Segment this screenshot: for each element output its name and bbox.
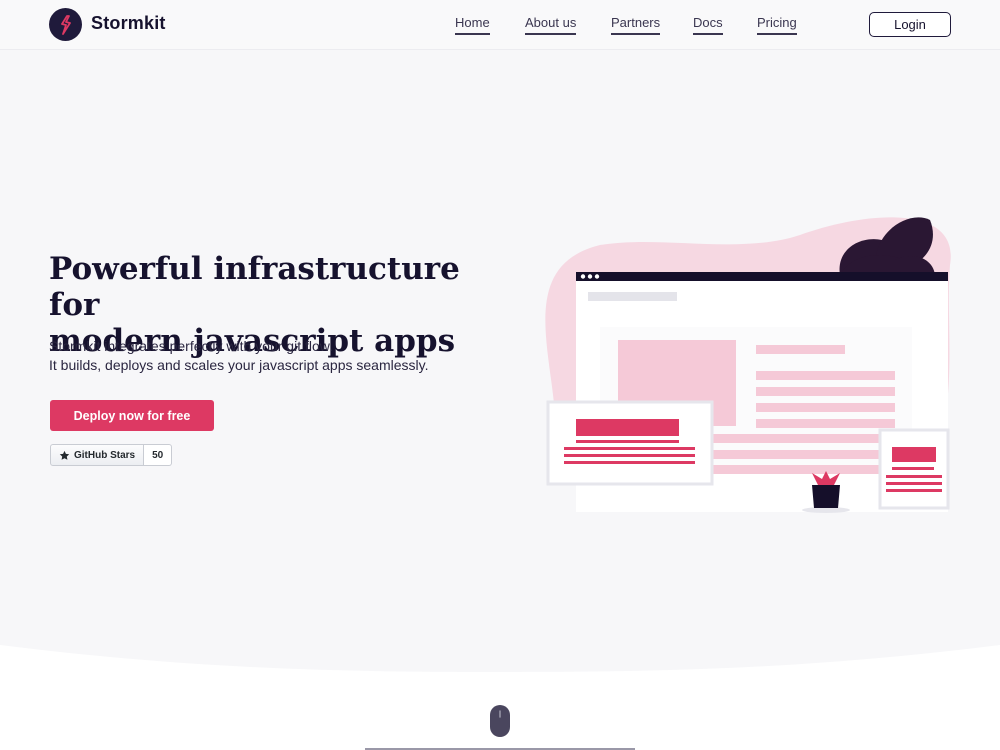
deploy-now-button[interactable]: Deploy now for free	[50, 400, 214, 431]
hero-title-line-1: Powerful infrastructure for	[49, 251, 460, 323]
github-stars-label: GitHub Stars	[74, 449, 136, 461]
hero-subtitle-line-2: It builds, deploys and scales your javas…	[49, 357, 429, 373]
hero-illustration	[545, 217, 951, 513]
hero-subtitle: Stormkit integrates perfectly with your …	[49, 337, 489, 375]
github-stars-widget[interactable]: GitHub Stars 50	[50, 444, 173, 466]
star-icon	[59, 450, 70, 460]
github-stars-button[interactable]: GitHub Stars	[50, 444, 145, 466]
scroll-mouse-icon[interactable]	[489, 704, 511, 738]
browser-titlebar	[576, 272, 948, 281]
nav-partners-link[interactable]: Partners	[611, 15, 661, 35]
brand-name[interactable]: Stormkit	[91, 13, 166, 34]
navbar: Stormkit Home About us Partners Docs Pri…	[0, 0, 1000, 50]
stormkit-logo-icon[interactable]	[49, 8, 82, 41]
nav-docs-link[interactable]: Docs	[693, 15, 723, 35]
nav-about-link[interactable]: About us	[525, 15, 577, 35]
nav-home-link[interactable]: Home	[455, 15, 490, 35]
hero-subtitle-line-1: Stormkit integrates perfectly with your …	[49, 338, 333, 354]
nav-pricing-link[interactable]: Pricing	[757, 15, 797, 35]
login-button[interactable]: Login	[869, 12, 951, 37]
github-stars-count[interactable]: 50	[144, 444, 173, 466]
